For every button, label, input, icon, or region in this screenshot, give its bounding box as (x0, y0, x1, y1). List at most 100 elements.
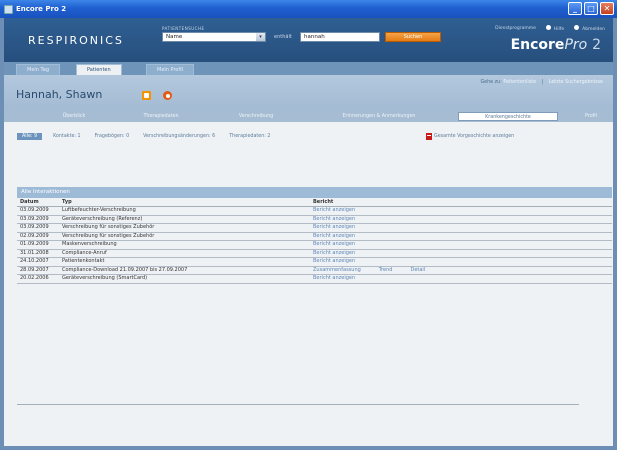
report-link[interactable]: Bericht anzeigen (313, 233, 355, 239)
help-icon (545, 25, 551, 30)
tab-mein-profil[interactable]: Mein Profil (146, 64, 195, 75)
table-row: 31.01.2008 Compliance-Anruf Bericht anzeig… (17, 249, 612, 258)
close-button[interactable]: ✕ (600, 2, 614, 15)
search-type-value: Name (166, 34, 183, 40)
row-date: 20.02.2006 (17, 274, 59, 284)
panel-title: Alle Interaktionen (17, 187, 612, 198)
col-report: Bericht (310, 198, 612, 207)
minimize-button[interactable]: _ (568, 2, 582, 15)
table-row: 03.09.2009 Geräteverschreibung (Referenz)… (17, 215, 612, 224)
row-type: Patientenkontakt (59, 257, 310, 267)
row-date: 24.10.2007 (17, 257, 59, 267)
patient-list-link[interactable]: Patientenliste (503, 80, 536, 85)
goto-links: Gehe zu: Patientenliste | Letzte Sucherg… (480, 80, 603, 85)
patient-status-icon[interactable] (163, 91, 172, 100)
report-link[interactable]: Trend (379, 267, 393, 273)
main-nav: Mein Tag Patienten Mein Profil (4, 62, 613, 75)
patient-header: Hannah, Shawn Gehe zu: Patientenliste | … (4, 75, 613, 110)
respironics-logo: RESPIRONICS (28, 34, 124, 47)
row-report: Bericht anzeigen (310, 215, 612, 224)
recent-results-link[interactable]: Letzte Suchergebnisse (549, 80, 603, 85)
row-report: Bericht anzeigen (310, 232, 612, 241)
search-button[interactable]: Suchen (385, 32, 441, 42)
col-type[interactable]: Typ (59, 198, 310, 207)
row-type: Verschreibung für sonstiges Zubehör (59, 232, 310, 241)
tab-therapiedaten[interactable]: Therapiedaten (126, 112, 196, 121)
row-date: 28.09.2007 (17, 266, 59, 275)
row-report: Bericht anzeigen (310, 249, 612, 258)
filter-contacts[interactable]: Kontakte: 1 (53, 134, 81, 139)
report-link[interactable]: Bericht anzeigen (313, 207, 355, 213)
report-link[interactable]: Detail (410, 267, 425, 273)
col-date[interactable]: Datum (17, 198, 59, 207)
report-link[interactable]: Bericht anzeigen (313, 216, 355, 222)
report-link[interactable]: Bericht anzeigen (313, 241, 355, 247)
row-report: Bericht anzeigen (310, 223, 612, 233)
full-history-link[interactable]: Gesamte Vorgeschichte anzeigen (426, 133, 514, 140)
tab-ueberblick[interactable]: Überblick (44, 112, 104, 121)
row-type: Geräteverschreibung (SmartCard) (59, 274, 310, 284)
window-controls: _ □ ✕ (568, 2, 614, 15)
row-report: Bericht anzeigen (310, 274, 612, 284)
row-date: 01.09.2009 (17, 240, 59, 250)
patient-card-icon[interactable] (142, 91, 151, 100)
row-type: Verschreibung für sonstiges Zubehör (59, 223, 310, 233)
table-row: 03.09.2009 Verschreibung für sonstiges Zu… (17, 223, 612, 233)
tab-erinnerungen[interactable]: Erinnerungen & Anmerkungen (314, 112, 444, 121)
tab-krankengeschichte[interactable]: Krankengeschichte (458, 112, 558, 121)
search-input[interactable]: hannah (300, 32, 380, 42)
row-report: Zusammenfassung Trend Detail (310, 266, 612, 275)
table-row: 24.10.2007 Patientenkontakt Bericht anzeig… (17, 257, 612, 267)
row-date: 03.09.2009 (17, 223, 59, 233)
table-row: 03.09.2009 Luftbefeuchter-Verschreibung Be… (17, 206, 612, 216)
report-link[interactable]: Bericht anzeigen (313, 224, 355, 230)
contains-label: enthält (274, 34, 292, 40)
divider (17, 404, 579, 405)
row-type: Geräteverschreibung (Referenz) (59, 215, 310, 224)
table-row: 01.09.2009 Maskenverschreibung Bericht anz… (17, 240, 612, 250)
report-link[interactable]: Zusammenfassung (313, 267, 361, 273)
filter-therapy-data[interactable]: Therapiedaten: 2 (229, 134, 270, 139)
chevron-down-icon[interactable]: ▾ (256, 33, 265, 41)
report-link[interactable]: Bericht anzeigen (313, 258, 355, 264)
filter-questionnaires[interactable]: Fragebögen: 0 (95, 134, 130, 139)
row-date: 03.09.2009 (17, 215, 59, 224)
filter-bar: Alle: 9 Kontakte: 1 Fragebögen: 0 Versch… (17, 133, 284, 140)
row-type: Maskenverschreibung (59, 240, 310, 250)
table-row: 28.09.2007 Compliance-Download 21.09.2007… (17, 266, 612, 275)
top-links: Dienstprogramme Hilfe Abmelden (495, 25, 605, 32)
report-link[interactable]: Bericht anzeigen (313, 275, 355, 281)
filter-prescription-changes[interactable]: Verschreibungsänderungen: 6 (143, 134, 215, 139)
tab-patienten[interactable]: Patienten (76, 64, 122, 75)
search-caption: PATIENTENSUCHE (162, 26, 205, 31)
row-report: Bericht anzeigen (310, 206, 612, 216)
row-type: Compliance-Download 21.09.2007 bis 27.09… (59, 266, 310, 275)
window-title: Encore Pro 2 (16, 5, 67, 13)
table-row: 20.02.2006 Geräteverschreibung (SmartCard… (17, 274, 612, 284)
report-link[interactable]: Bericht anzeigen (313, 250, 355, 256)
history-content: Alle: 9 Kontakte: 1 Fragebögen: 0 Versch… (4, 122, 613, 446)
maximize-button[interactable]: □ (584, 2, 598, 15)
row-type: Luftbefeuchter-Verschreibung (59, 206, 310, 216)
filter-all[interactable]: Alle: 9 (17, 133, 43, 140)
row-date: 02.09.2009 (17, 232, 59, 241)
logout-link[interactable]: Abmelden (574, 25, 605, 32)
pdf-icon (426, 133, 432, 140)
row-report: Bericht anzeigen (310, 240, 612, 250)
patient-name: Hannah, Shawn (16, 88, 103, 101)
interactions-table: Datum Typ Bericht 03.09.2009 Luftbefeucht… (17, 198, 612, 284)
row-date: 31.01.2008 (17, 249, 59, 258)
window-titlebar: Encore Pro 2 _ □ ✕ (0, 0, 617, 18)
table-row: 02.09.2009 Verschreibung für sonstiges Zu… (17, 232, 612, 241)
tab-profil[interactable]: Profil (576, 112, 606, 121)
app-icon (4, 4, 13, 14)
tab-mein-tag[interactable]: Mein Tag (16, 64, 61, 75)
interactions-panel: Alle Interaktionen Datum Typ Bericht 03.… (17, 187, 612, 284)
tools-link[interactable]: Dienstprogramme (495, 26, 536, 31)
app-frame: RESPIRONICS PATIENTENSUCHE Name ▾ enthäl… (4, 18, 613, 446)
row-report: Bericht anzeigen (310, 257, 612, 267)
encore-pro-brand: EncorePro 2 (510, 37, 601, 53)
tab-verschreibung[interactable]: Verschreibung (216, 112, 296, 121)
help-link[interactable]: Hilfe (545, 25, 564, 32)
search-type-select[interactable]: Name ▾ (162, 32, 266, 42)
